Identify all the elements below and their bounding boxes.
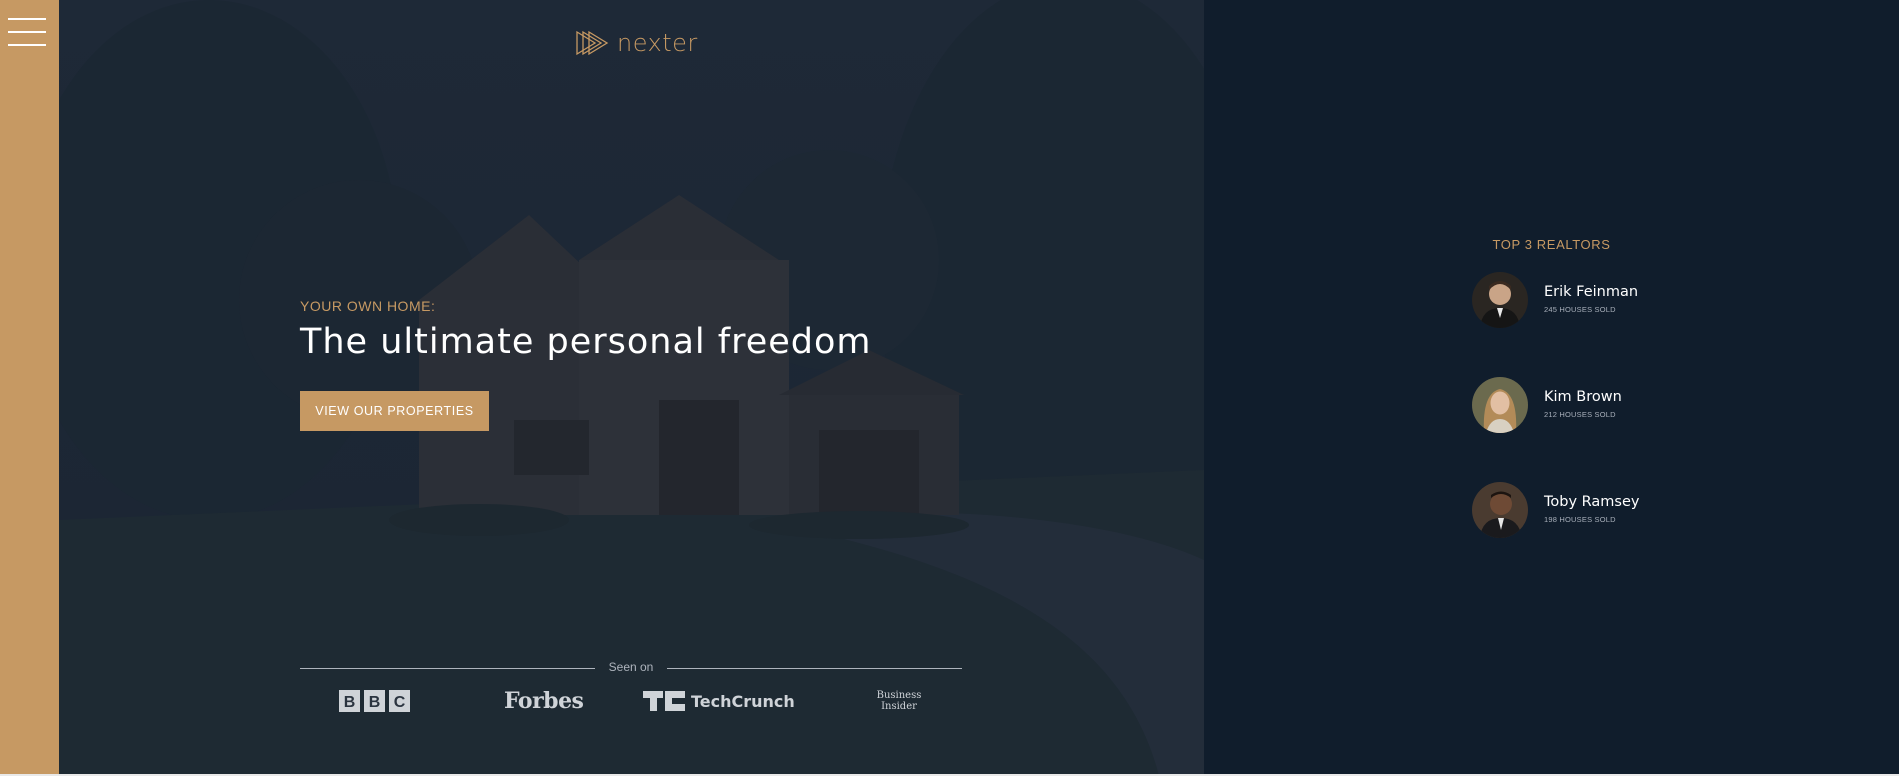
hero-title: The ultimate personal freedom bbox=[300, 322, 872, 362]
realtor-houses-sold: 245 HOUSES SOLD bbox=[1544, 305, 1616, 314]
business-insider-logo-text: Business Insider bbox=[876, 690, 922, 712]
svg-text:B: B bbox=[369, 694, 381, 711]
menu-line bbox=[8, 44, 46, 46]
realtor-card[interactable]: Kim Brown 212 HOUSES SOLD bbox=[1472, 377, 1732, 435]
realtor-houses-sold: 212 HOUSES SOLD bbox=[1544, 410, 1616, 419]
view-properties-button[interactable]: VIEW OUR PROPERTIES bbox=[300, 391, 489, 431]
logo-icon bbox=[576, 30, 609, 56]
sidebar bbox=[0, 0, 59, 776]
divider-line bbox=[667, 668, 962, 669]
techcrunch-logo-mark bbox=[643, 691, 685, 711]
svg-text:B: B bbox=[344, 694, 356, 711]
svg-text:C: C bbox=[394, 694, 406, 711]
business-insider-logo: Business Insider bbox=[859, 688, 939, 714]
realtor-photo bbox=[1472, 482, 1528, 538]
divider-line bbox=[300, 668, 595, 669]
realtor-photo bbox=[1472, 272, 1528, 328]
avatar bbox=[1472, 377, 1528, 433]
hero-header: nexter YOUR OWN HOME: The ultimate perso… bbox=[59, 0, 1204, 776]
logo-text: nexter bbox=[617, 29, 698, 57]
hamburger-menu-icon[interactable] bbox=[8, 18, 46, 46]
techcrunch-logo: TechCrunch bbox=[643, 688, 795, 714]
realtor-card[interactable]: Erik Feinman 245 HOUSES SOLD bbox=[1472, 272, 1732, 330]
realtor-name: Kim Brown bbox=[1544, 389, 1622, 405]
bbc-logo: B B C bbox=[339, 688, 411, 714]
realtor-houses-sold: 198 HOUSES SOLD bbox=[1544, 515, 1616, 524]
menu-line bbox=[8, 18, 46, 20]
avatar bbox=[1472, 482, 1528, 538]
seen-on-divider: Seen on bbox=[300, 660, 962, 676]
realtors-panel: TOP 3 REALTORS Erik Feinman 245 HOUSES S… bbox=[1204, 0, 1899, 776]
menu-line bbox=[8, 31, 46, 33]
realtor-name: Toby Ramsey bbox=[1544, 494, 1640, 510]
forbes-logo: Forbes bbox=[504, 688, 584, 714]
avatar bbox=[1472, 272, 1528, 328]
forbes-logo-text: Forbes bbox=[504, 688, 584, 714]
realtor-name: Erik Feinman bbox=[1544, 284, 1639, 300]
realtor-card[interactable]: Toby Ramsey 198 HOUSES SOLD bbox=[1472, 482, 1732, 540]
realtors-heading: TOP 3 REALTORS bbox=[1492, 237, 1611, 252]
techcrunch-logo-text: TechCrunch bbox=[691, 691, 795, 711]
hero-subtitle: YOUR OWN HOME: bbox=[300, 298, 436, 314]
logo[interactable]: nexter bbox=[575, 26, 698, 60]
seen-on-label: Seen on bbox=[608, 660, 654, 674]
bbc-logo-mark: B B C bbox=[339, 690, 410, 712]
realtor-photo bbox=[1472, 377, 1528, 433]
